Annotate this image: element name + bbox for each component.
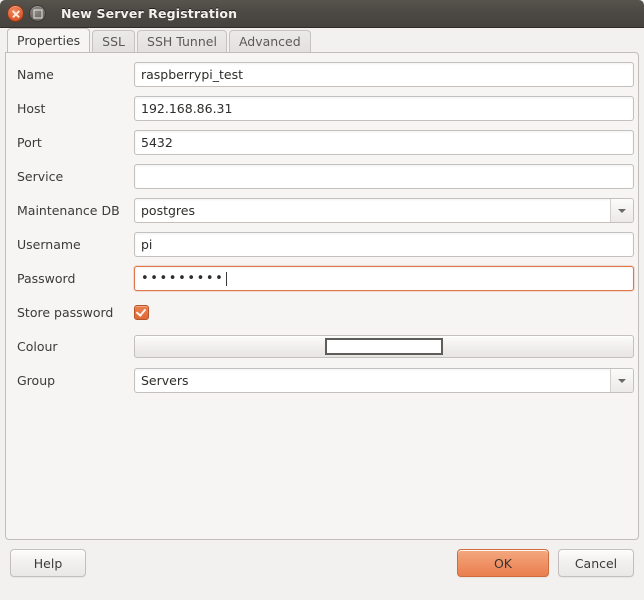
row-maintenance-db: Maintenance DB postgres: [6, 198, 638, 223]
properties-panel: Name raspberrypi_test Host 192.168.86.31…: [5, 52, 639, 540]
row-password: Password •••••••••: [6, 266, 638, 291]
text-caret: [226, 272, 227, 286]
colour-picker-button[interactable]: [134, 335, 634, 358]
tab-properties[interactable]: Properties: [7, 28, 90, 52]
cancel-button[interactable]: Cancel: [558, 549, 634, 577]
dialog-button-bar: Help OK Cancel: [0, 546, 644, 580]
window-title: New Server Registration: [61, 6, 237, 21]
titlebar[interactable]: New Server Registration: [0, 0, 644, 28]
colour-swatch: [325, 338, 443, 355]
row-port: Port 5432: [6, 130, 638, 155]
close-icon[interactable]: [7, 5, 24, 22]
group-label: Group: [12, 373, 134, 388]
group-value: Servers: [135, 369, 610, 392]
port-label: Port: [12, 135, 134, 150]
tab-ssh-tunnel[interactable]: SSH Tunnel: [137, 30, 227, 52]
row-service: Service: [6, 164, 638, 189]
name-label: Name: [12, 67, 134, 82]
password-label: Password: [12, 271, 134, 286]
store-password-label: Store password: [12, 305, 134, 320]
store-password-checkbox[interactable]: [134, 305, 149, 320]
port-input[interactable]: 5432: [134, 130, 634, 155]
row-colour: Colour: [6, 334, 638, 359]
new-server-registration-window: New Server Registration Properties SSL S…: [0, 0, 644, 600]
chevron-down-icon[interactable]: [610, 369, 633, 392]
chevron-down-icon[interactable]: [610, 199, 633, 222]
service-label: Service: [12, 169, 134, 184]
row-store-password: Store password: [6, 300, 638, 325]
host-label: Host: [12, 101, 134, 116]
password-value: •••••••••: [141, 272, 224, 285]
group-combo[interactable]: Servers: [134, 368, 634, 393]
maintenance-db-label: Maintenance DB: [12, 203, 134, 218]
row-group: Group Servers: [6, 368, 638, 393]
username-label: Username: [12, 237, 134, 252]
check-icon: [136, 306, 146, 317]
maintenance-db-value: postgres: [135, 199, 610, 222]
ok-button[interactable]: OK: [457, 549, 549, 577]
row-name: Name raspberrypi_test: [6, 62, 638, 87]
help-button[interactable]: Help: [10, 549, 86, 577]
row-username: Username pi: [6, 232, 638, 257]
username-input[interactable]: pi: [134, 232, 634, 257]
maximize-icon[interactable]: [29, 5, 46, 22]
row-host: Host 192.168.86.31: [6, 96, 638, 121]
maintenance-db-combo[interactable]: postgres: [134, 198, 634, 223]
service-input[interactable]: [134, 164, 634, 189]
host-input[interactable]: 192.168.86.31: [134, 96, 634, 121]
colour-label: Colour: [12, 339, 134, 354]
tab-advanced[interactable]: Advanced: [229, 30, 311, 52]
tab-ssl[interactable]: SSL: [92, 30, 135, 52]
password-input[interactable]: •••••••••: [134, 266, 634, 291]
name-input[interactable]: raspberrypi_test: [134, 62, 634, 87]
tab-bar: Properties SSL SSH Tunnel Advanced: [0, 28, 644, 52]
